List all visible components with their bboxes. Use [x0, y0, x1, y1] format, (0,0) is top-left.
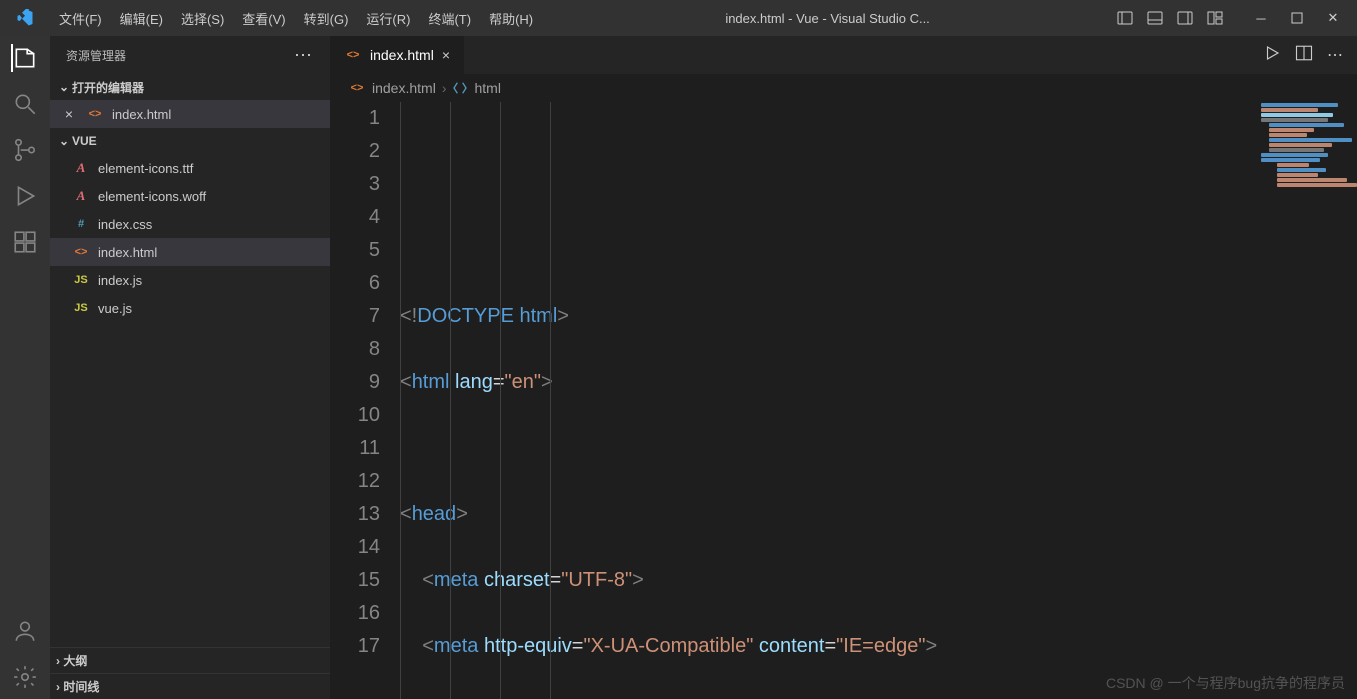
code-editor[interactable]: 1234567891011121314151617 <!DOCTYPE html…	[330, 102, 1357, 699]
file-label: vue.js	[98, 301, 132, 316]
editor-tabs: <> index.html × ⋯	[330, 36, 1357, 74]
account-icon[interactable]	[11, 617, 39, 645]
open-editors-section[interactable]: ⌄打开的编辑器	[50, 74, 330, 100]
breadcrumb-file[interactable]: index.html	[372, 80, 436, 96]
menu-go[interactable]: 转到(G)	[295, 0, 358, 36]
activity-bar	[0, 36, 50, 699]
file-item[interactable]: JS vue.js	[50, 294, 330, 322]
js-file-icon: JS	[72, 299, 90, 317]
outline-section[interactable]: › 大纲	[50, 647, 330, 673]
close-tab-icon[interactable]: ×	[442, 47, 450, 63]
close-editor-icon[interactable]: ×	[60, 106, 78, 122]
menu-select[interactable]: 选择(S)	[172, 0, 233, 36]
file-label: index.html	[98, 245, 157, 260]
split-editor-icon[interactable]	[1295, 44, 1313, 67]
toggle-panel-left-icon[interactable]	[1113, 6, 1137, 30]
file-label: index.html	[112, 107, 171, 122]
title-bar: 文件(F) 编辑(E) 选择(S) 查看(V) 转到(G) 运行(R) 终端(T…	[0, 0, 1357, 36]
a-file-icon: A	[72, 159, 90, 177]
line-gutter: 1234567891011121314151617	[330, 102, 400, 699]
js-file-icon: JS	[72, 271, 90, 289]
customize-layout-icon[interactable]	[1203, 6, 1227, 30]
brackets-icon	[452, 80, 468, 96]
explorer-icon[interactable]	[11, 44, 39, 72]
file-item[interactable]: JS index.js	[50, 266, 330, 294]
maximize-icon[interactable]	[1283, 4, 1311, 32]
settings-gear-icon[interactable]	[11, 663, 39, 691]
code-content[interactable]: <!DOCTYPE html> <html lang="en"> <head> …	[400, 102, 1357, 699]
search-icon[interactable]	[11, 90, 39, 118]
vscode-logo-icon	[0, 9, 50, 27]
more-actions-icon[interactable]: ⋯	[1327, 45, 1343, 65]
file-item[interactable]: # index.css	[50, 210, 330, 238]
sidebar: 资源管理器 ⋯ ⌄打开的编辑器 × <> index.html ⌄VUE Ael…	[50, 36, 330, 699]
file-label: index.css	[98, 217, 152, 232]
menu-terminal[interactable]: 终端(T)	[419, 0, 480, 36]
file-label: index.js	[98, 273, 142, 288]
chevron-right-icon: ›	[56, 654, 60, 668]
file-item[interactable]: <> index.html	[50, 238, 330, 266]
project-section[interactable]: ⌄VUE	[50, 128, 330, 154]
html-file-icon: <>	[86, 105, 104, 123]
sidebar-more-icon[interactable]: ⋯	[294, 45, 314, 66]
menu-edit[interactable]: 编辑(E)	[111, 0, 172, 36]
timeline-section[interactable]: › 时间线	[50, 673, 330, 699]
html-file-icon: <>	[344, 46, 362, 64]
source-control-icon[interactable]	[11, 136, 39, 164]
window-title: index.html - Vue - Visual Studio C...	[542, 11, 1113, 26]
toggle-panel-right-icon[interactable]	[1173, 6, 1197, 30]
close-icon[interactable]: ✕	[1319, 4, 1347, 32]
a-file-icon: A	[72, 187, 90, 205]
menu-run[interactable]: 运行(R)	[357, 0, 419, 36]
tab-label: index.html	[370, 47, 434, 63]
run-icon[interactable]	[1263, 44, 1281, 67]
chevron-down-icon: ⌄	[56, 134, 72, 148]
extensions-icon[interactable]	[11, 228, 39, 256]
html-file-icon: <>	[72, 243, 90, 261]
file-item[interactable]: Aelement-icons.woff	[50, 182, 330, 210]
hash-file-icon: #	[72, 215, 90, 233]
watermark: CSDN @ 一个与程序bug抗争的程序员	[1106, 673, 1345, 693]
minimap[interactable]	[1257, 102, 1357, 282]
file-label: element-icons.ttf	[98, 161, 193, 176]
breadcrumb[interactable]: <> index.html › html	[330, 74, 1357, 102]
menu-bar: 文件(F) 编辑(E) 选择(S) 查看(V) 转到(G) 运行(R) 终端(T…	[50, 0, 542, 36]
chevron-right-icon: ›	[56, 680, 60, 694]
menu-file[interactable]: 文件(F)	[50, 0, 111, 36]
run-debug-icon[interactable]	[11, 182, 39, 210]
minimize-icon[interactable]: ─	[1247, 4, 1275, 32]
sidebar-title: 资源管理器	[66, 47, 126, 64]
menu-help[interactable]: 帮助(H)	[480, 0, 542, 36]
file-item[interactable]: Aelement-icons.ttf	[50, 154, 330, 182]
menu-view[interactable]: 查看(V)	[233, 0, 294, 36]
breadcrumb-node[interactable]: html	[474, 80, 500, 96]
file-label: element-icons.woff	[98, 189, 206, 204]
layout-icons	[1113, 6, 1227, 30]
toggle-panel-bottom-icon[interactable]	[1143, 6, 1167, 30]
tab-index-html[interactable]: <> index.html ×	[330, 36, 465, 74]
chevron-down-icon: ⌄	[56, 80, 72, 94]
open-editor-item[interactable]: × <> index.html	[50, 100, 330, 128]
editor-area: <> index.html × ⋯ <> index.html › html 1…	[330, 36, 1357, 699]
html-file-icon: <>	[348, 79, 366, 97]
sidebar-header: 资源管理器 ⋯	[50, 36, 330, 74]
